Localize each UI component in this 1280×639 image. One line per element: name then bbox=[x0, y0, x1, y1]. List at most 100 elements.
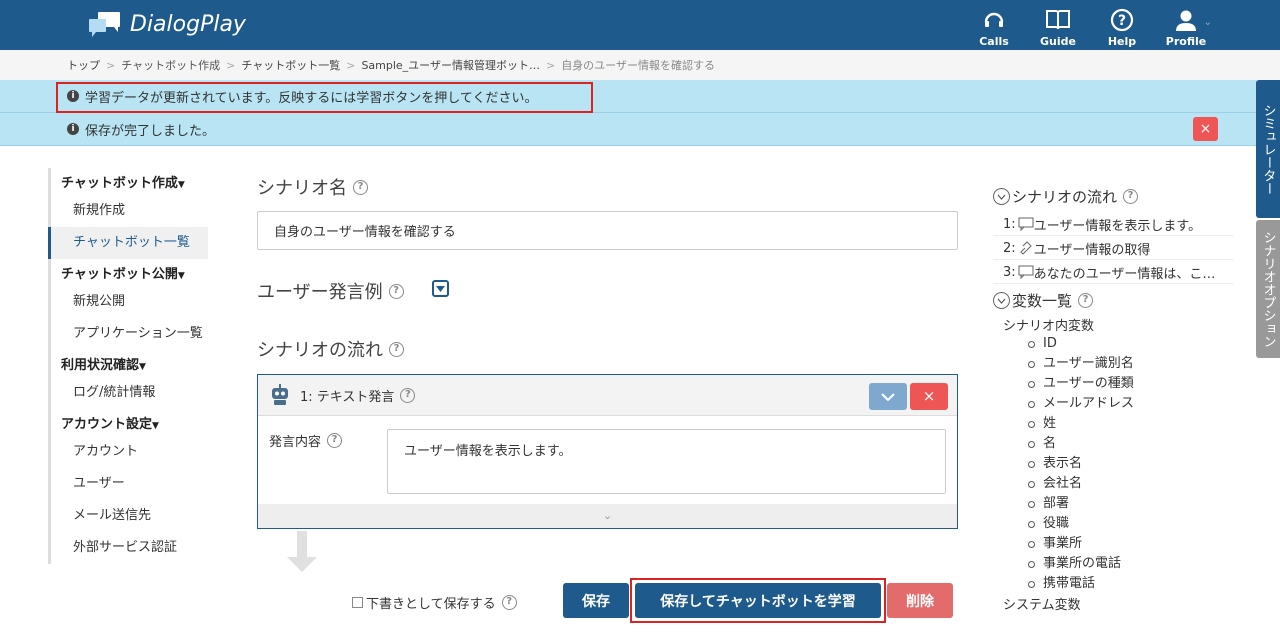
robot-icon bbox=[272, 384, 288, 405]
variable-item[interactable]: 表示名 bbox=[993, 454, 1233, 474]
user-utterance-heading: ユーザー発言例 ? bbox=[257, 278, 404, 304]
variable-item[interactable]: 部署 bbox=[993, 494, 1233, 514]
breadcrumb-item[interactable]: チャットボット一覧 bbox=[241, 57, 340, 73]
scenario-name-input[interactable]: 自身のユーザー情報を確認する bbox=[257, 211, 958, 250]
variable-item[interactable]: ID bbox=[993, 334, 1233, 354]
top-bar: DialogPlay Calls Guide ? Help Profile ⌄ bbox=[0, 0, 1280, 50]
help-icon[interactable]: ? bbox=[1078, 293, 1094, 308]
menu-item-chatbot-list[interactable]: チャットボット一覧 bbox=[48, 227, 208, 259]
menu-section-usage[interactable]: 利用状況確認▼ bbox=[48, 350, 208, 377]
variable-item[interactable]: メールアドレス bbox=[993, 394, 1233, 414]
scenario-options-tab[interactable]: シナリオオプション bbox=[1256, 220, 1280, 358]
utterance-textarea[interactable]: ユーザー情報を表示します。 bbox=[387, 429, 946, 494]
draft-checkbox[interactable] bbox=[352, 597, 363, 608]
help-icon[interactable]: ? bbox=[400, 387, 416, 403]
flow-summary-item[interactable]: 3: あなたのユーザー情報は、こ… bbox=[993, 260, 1233, 284]
menu-section-create[interactable]: チャットボット作成▼ bbox=[48, 168, 208, 195]
chevron-down-icon[interactable] bbox=[993, 292, 1010, 309]
caret-down-icon bbox=[436, 285, 445, 292]
menu-item-external-auth[interactable]: 外部サービス認証 bbox=[48, 532, 208, 564]
menu-item-mail[interactable]: メール送信先 bbox=[48, 500, 208, 532]
variable-item[interactable]: 事業所 bbox=[993, 534, 1233, 554]
menu-item-app-list[interactable]: アプリケーション一覧 bbox=[48, 318, 208, 350]
menu-item-new[interactable]: 新規作成 bbox=[48, 195, 208, 227]
double-chevron-down-icon: ⌄ bbox=[602, 509, 613, 522]
logo-text: DialogPlay bbox=[130, 11, 246, 37]
flow-summary-item[interactable]: 1: ユーザー情報を表示します。 bbox=[993, 212, 1233, 236]
variable-item[interactable]: 名 bbox=[993, 434, 1233, 454]
menu-item-new-publish[interactable]: 新規公開 bbox=[48, 286, 208, 318]
scenario-name-value: 自身のユーザー情報を確認する bbox=[274, 225, 456, 240]
field-label-text: 発言内容 bbox=[269, 435, 322, 450]
variable-item[interactable]: 会社名 bbox=[993, 474, 1233, 494]
variable-item[interactable]: 携帯電話 bbox=[993, 574, 1233, 594]
user-icon bbox=[1176, 10, 1196, 31]
variable-item[interactable]: 役職 bbox=[993, 514, 1233, 534]
flow-summary-list: 1: ユーザー情報を表示します。 2: ユーザー情報の取得 3: あなたのユーザ… bbox=[993, 212, 1233, 284]
highlight-box bbox=[630, 578, 886, 623]
speech-bubble-icon bbox=[1018, 217, 1034, 231]
menu-section-label: チャットボット作成 bbox=[61, 176, 178, 191]
flow-item-text: ユーザー情報の取得 bbox=[1033, 242, 1151, 258]
menu-section-label: アカウント設定 bbox=[61, 417, 153, 432]
help-icon[interactable]: ? bbox=[1123, 189, 1139, 204]
save-as-draft[interactable]: 下書きとして保存する ? bbox=[352, 593, 517, 612]
utterance-field-label: 発言内容 ? bbox=[269, 431, 343, 450]
variables-heading[interactable]: 変数一覧 ? bbox=[993, 290, 1233, 311]
breadcrumb-separator: > bbox=[106, 58, 116, 72]
header-nav: Calls Guide ? Help Profile bbox=[962, 6, 1218, 48]
menu-item-account[interactable]: アカウント bbox=[48, 436, 208, 468]
breadcrumb-item[interactable]: Sample_ユーザー情報管理ボット… bbox=[361, 57, 540, 73]
link-icon bbox=[1019, 241, 1032, 255]
svg-text:?: ? bbox=[1118, 13, 1126, 29]
flow-heading: シナリオの流れ ? bbox=[257, 336, 404, 362]
card-expand-footer[interactable]: ⌄ bbox=[258, 504, 957, 528]
close-alert-button[interactable]: × bbox=[1193, 117, 1218, 141]
nav-profile-label: Profile bbox=[1165, 35, 1207, 48]
save-button[interactable]: 保存 bbox=[563, 583, 629, 618]
user-utterance-label: ユーザー発言例 bbox=[257, 282, 383, 303]
menu-section-publish[interactable]: チャットボット公開▼ bbox=[48, 259, 208, 286]
flow-item-num: 3: bbox=[1003, 264, 1016, 280]
flow-label: シナリオの流れ bbox=[257, 340, 383, 361]
expand-utterance-button[interactable] bbox=[432, 280, 449, 297]
simulator-tab[interactable]: シミュレーター bbox=[1256, 80, 1280, 218]
nav-help-label: Help bbox=[1107, 35, 1137, 48]
menu-item-logs[interactable]: ログ/統計情報 bbox=[48, 377, 208, 409]
logo[interactable]: DialogPlay bbox=[88, 10, 246, 38]
variable-item[interactable]: ユーザー識別名 bbox=[993, 354, 1233, 374]
breadcrumb-item[interactable]: チャットボット作成 bbox=[121, 57, 220, 73]
flow-item-text: ユーザー情報を表示します。 bbox=[1033, 218, 1202, 234]
nav-calls[interactable]: Calls bbox=[962, 6, 1026, 48]
breadcrumb-item[interactable]: トップ bbox=[67, 57, 100, 73]
delete-button[interactable]: 削除 bbox=[887, 583, 953, 618]
nav-guide-label: Guide bbox=[1040, 35, 1076, 48]
help-icon[interactable]: ? bbox=[388, 283, 404, 299]
nav-help[interactable]: ? Help bbox=[1090, 6, 1154, 48]
speech-bubble-icon bbox=[1018, 265, 1034, 279]
variable-item[interactable]: 姓 bbox=[993, 414, 1233, 434]
variable-item[interactable]: ユーザーの種類 bbox=[993, 374, 1233, 394]
flow-summary-item[interactable]: 2: ユーザー情報の取得 bbox=[993, 236, 1233, 260]
flow-summary-heading[interactable]: シナリオの流れ ? bbox=[993, 186, 1233, 207]
help-icon[interactable]: ? bbox=[389, 341, 404, 357]
question-icon: ? bbox=[1110, 8, 1134, 32]
draft-label: 下書きとして保存する bbox=[366, 597, 496, 612]
help-icon[interactable]: ? bbox=[501, 595, 517, 610]
chevron-down-icon[interactable] bbox=[993, 188, 1010, 205]
menu-section-label: 利用状況確認 bbox=[61, 358, 140, 373]
collapse-button[interactable] bbox=[869, 383, 907, 410]
menu-section-account[interactable]: アカウント設定▼ bbox=[48, 409, 208, 436]
delete-step-button[interactable]: × bbox=[910, 383, 948, 410]
nav-guide[interactable]: Guide bbox=[1026, 6, 1090, 48]
variable-item[interactable]: 事業所の電話 bbox=[993, 554, 1233, 574]
chevron-down-icon bbox=[881, 392, 895, 401]
help-icon[interactable]: ? bbox=[327, 433, 343, 448]
card-title: 1: テキスト発言 bbox=[300, 389, 395, 405]
chevron-down-icon[interactable]: ⌄ bbox=[1204, 17, 1212, 28]
breadcrumb-separator: > bbox=[226, 58, 236, 72]
help-icon[interactable]: ? bbox=[353, 179, 368, 195]
menu-section-label: チャットボット公開 bbox=[61, 267, 178, 282]
book-icon bbox=[1046, 10, 1070, 30]
menu-item-users[interactable]: ユーザー bbox=[48, 468, 208, 500]
